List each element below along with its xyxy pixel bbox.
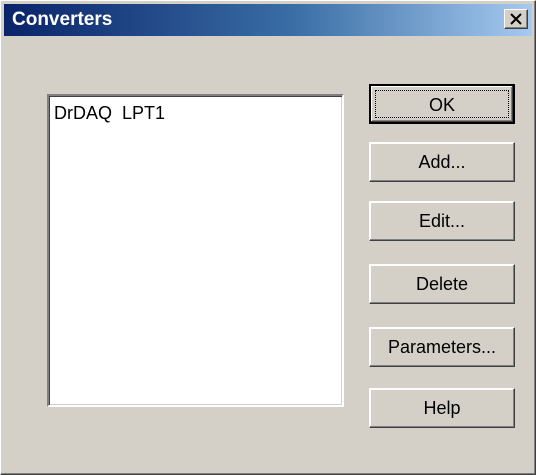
close-button[interactable] (504, 9, 528, 29)
window-title: Converters (12, 9, 113, 30)
converters-dialog: Converters DrDAQ LPT1 OK Add... Edit... … (0, 0, 536, 475)
help-button[interactable]: Help (369, 388, 515, 428)
help-button-label: Help (423, 398, 461, 418)
ok-button[interactable]: OK (369, 84, 515, 124)
parameters-button-label: Parameters... (387, 337, 497, 357)
ok-button-label: OK (428, 95, 455, 115)
delete-button[interactable]: Delete (369, 264, 515, 304)
edit-button[interactable]: Edit... (369, 201, 515, 241)
parameters-button[interactable]: Parameters... (369, 327, 515, 367)
add-button-label: Add... (418, 152, 466, 172)
list-item[interactable]: DrDAQ LPT1 (54, 103, 165, 124)
converters-listbox[interactable]: DrDAQ LPT1 (47, 94, 344, 407)
edit-button-label: Edit... (418, 211, 466, 231)
close-icon (510, 13, 522, 25)
delete-button-label: Delete (415, 274, 469, 294)
title-bar[interactable]: Converters (4, 4, 532, 36)
add-button[interactable]: Add... (369, 142, 515, 182)
